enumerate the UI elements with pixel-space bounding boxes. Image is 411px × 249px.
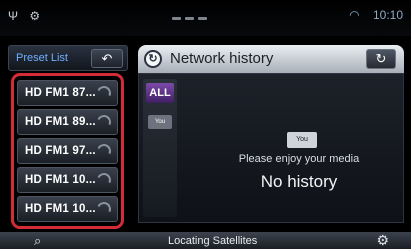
preset-item[interactable]: HD FM1 89...: [17, 109, 118, 135]
preset-item[interactable]: HD FM1 87...: [17, 80, 118, 106]
page-dot: [172, 17, 181, 20]
enjoy-message: Please enjoy your media: [238, 153, 360, 165]
preset-item[interactable]: HD FM1 10...: [17, 196, 118, 222]
preset-label: HD FM1 10...: [25, 203, 96, 215]
network-history-title: Network history: [170, 50, 274, 67]
status-right: ◠ 10:10: [349, 8, 403, 22]
preset-label: HD FM1 89...: [25, 116, 96, 128]
clock: 10:10: [372, 8, 403, 22]
broadcast-icon: [95, 200, 113, 218]
page-dot: [198, 17, 207, 20]
back-icon: ↶: [101, 51, 113, 66]
broadcast-icon: [95, 171, 113, 189]
navigation-icon[interactable]: ⌕: [34, 233, 41, 249]
gps-status-text: Locating Satellites: [168, 235, 258, 247]
broadcast-icon: [95, 142, 113, 160]
youtube-icon: You: [287, 132, 317, 148]
filter-youtube-button[interactable]: You: [148, 115, 172, 129]
preset-list: HD FM1 87... HD FM1 89... HD FM1 97... H…: [11, 73, 124, 229]
preset-item[interactable]: HD FM1 97...: [17, 138, 118, 164]
page-dot: [185, 17, 194, 20]
bottom-bar: ⌕ Locating Satellites ⚙: [0, 232, 411, 249]
preset-list-header: Preset List ↶: [8, 45, 128, 71]
empty-state-text: No history: [260, 172, 338, 191]
preset-label: HD FM1 87...: [25, 87, 96, 99]
preset-label: HD FM1 10...: [25, 174, 96, 186]
network-icon: ↻: [144, 50, 162, 68]
page-indicator: [172, 17, 207, 20]
broadcast-icon: [95, 113, 113, 131]
wifi-icon: ◠: [349, 8, 360, 22]
preset-list-title[interactable]: Preset List: [16, 52, 68, 64]
refresh-button[interactable]: ↻: [366, 49, 396, 69]
filter-all-button[interactable]: ALL: [146, 83, 174, 103]
status-icons: Ψ ⚙: [8, 9, 45, 23]
refresh-icon: ↻: [375, 51, 387, 66]
preset-label: HD FM1 97...: [25, 145, 96, 157]
settings-icon[interactable]: ⚙: [376, 232, 389, 249]
filter-column: ALL You: [143, 79, 177, 217]
preset-item[interactable]: HD FM1 10...: [17, 167, 118, 193]
status-bar: Ψ ⚙ ◠ 10:10: [0, 0, 411, 36]
broadcast-icon: [95, 84, 113, 102]
back-button[interactable]: ↶: [91, 49, 123, 68]
network-history-content: ALL You You Please enjoy your media No h…: [138, 73, 404, 223]
network-history-header: ↻ Network history ↻: [138, 45, 404, 73]
